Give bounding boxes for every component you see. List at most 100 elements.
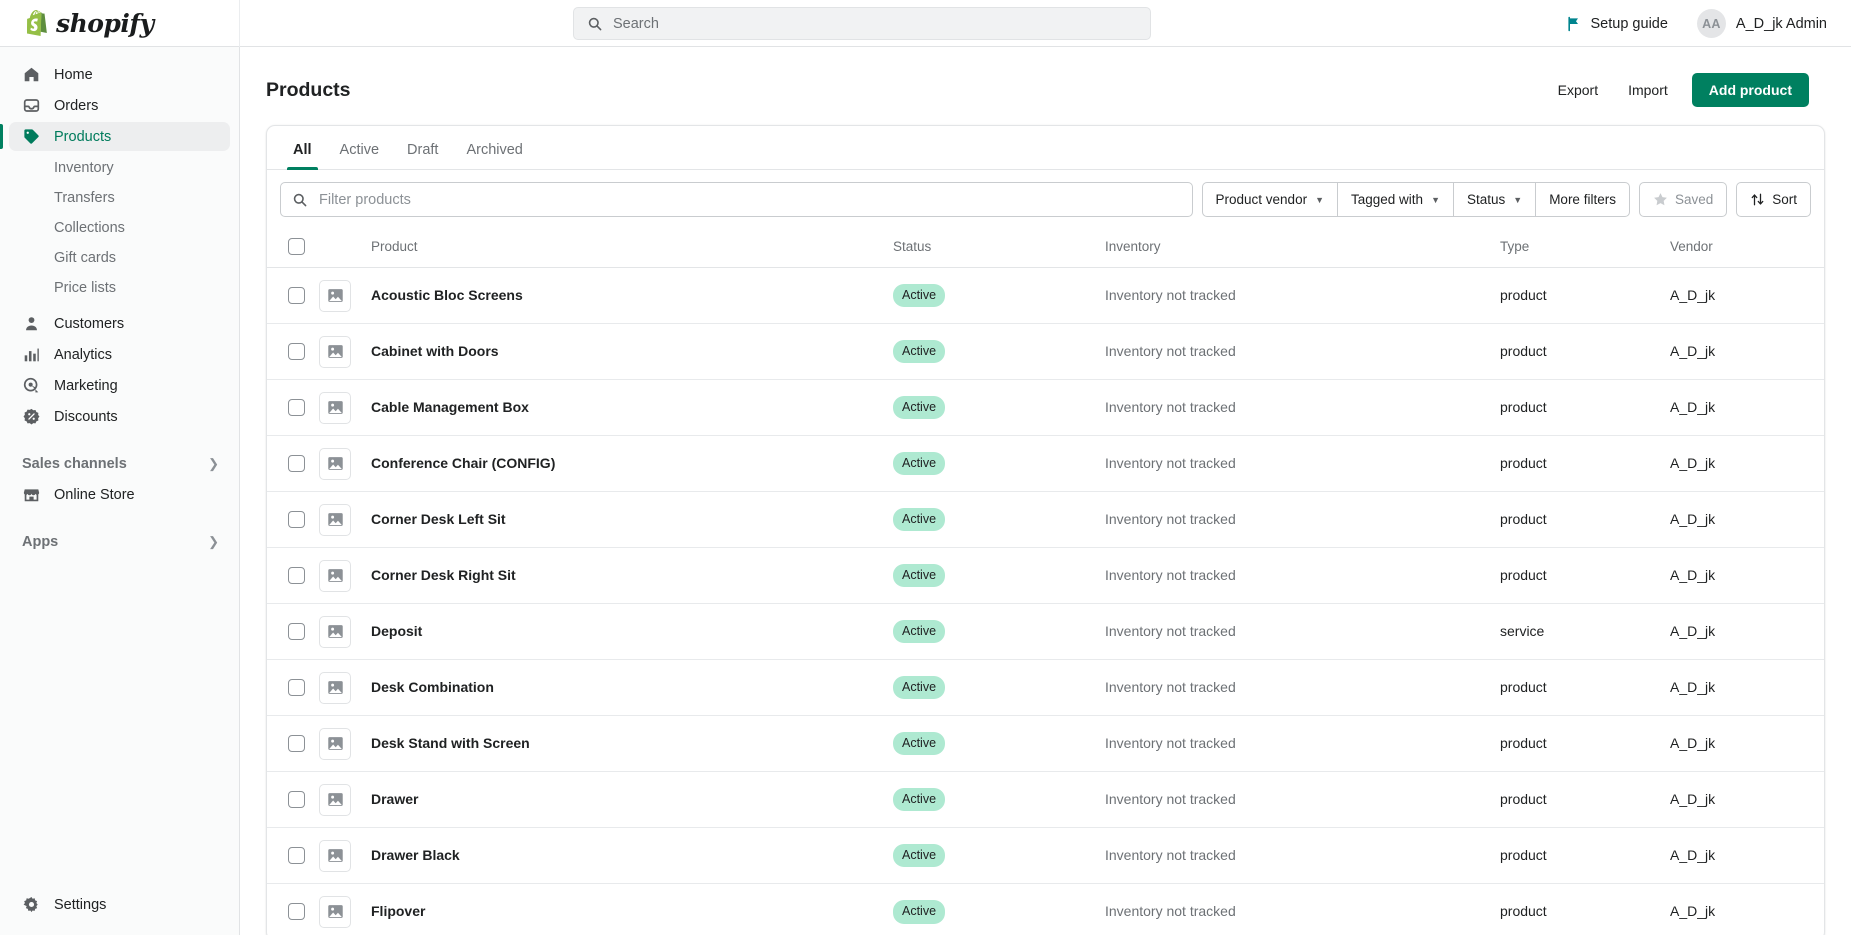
product-name-link[interactable]: Drawer — [371, 791, 418, 807]
row-checkbox[interactable] — [288, 623, 305, 640]
image-placeholder-icon — [327, 905, 343, 919]
sidebar-item-discounts[interactable]: Discounts — [9, 402, 230, 431]
product-thumbnail[interactable] — [319, 447, 351, 480]
row-checkbox[interactable] — [288, 287, 305, 304]
product-thumbnail[interactable] — [319, 279, 351, 312]
table-row[interactable]: Desk Combination Active Inventory not trac… — [267, 659, 1824, 716]
sidebar-divider-1 — [0, 433, 239, 449]
tab-archived[interactable]: Archived — [452, 131, 536, 169]
product-name-link[interactable]: Drawer Black — [371, 847, 460, 863]
product-thumbnail[interactable] — [319, 503, 351, 536]
saved-filters-button[interactable]: Saved — [1638, 182, 1728, 217]
user-menu[interactable]: AA A_D_jk Admin — [1687, 4, 1837, 43]
sidebar-item-orders[interactable]: Orders — [9, 91, 230, 120]
product-name-link[interactable]: Desk Combination — [371, 679, 494, 695]
image-placeholder-icon — [327, 793, 343, 806]
add-product-button[interactable]: Add product — [1691, 73, 1809, 107]
product-thumbnail[interactable] — [319, 671, 351, 704]
shopify-logo[interactable]: shopify — [0, 0, 240, 47]
product-name-link[interactable]: Cable Management Box — [371, 399, 529, 415]
sidebar-item-home[interactable]: Home — [9, 60, 230, 89]
row-inventory-cell: Inventory not tracked — [1105, 884, 1500, 935]
row-checkbox[interactable] — [288, 567, 305, 584]
table-row[interactable]: Conference Chair (CONFIG) Active Inventory… — [267, 435, 1824, 492]
tab-all[interactable]: All — [279, 131, 326, 170]
tab-active[interactable]: Active — [326, 131, 394, 169]
sidebar-item-products[interactable]: Products — [0, 122, 230, 151]
sidebar-item-transfers[interactable]: Transfers — [9, 183, 230, 212]
sort-button[interactable]: Sort — [1736, 182, 1811, 217]
row-product-cell: Conference Chair (CONFIG) — [371, 435, 893, 492]
row-checkbox[interactable] — [288, 847, 305, 864]
sidebar-item-inventory[interactable]: Inventory — [9, 153, 230, 182]
row-checkbox[interactable] — [288, 735, 305, 752]
product-name-link[interactable]: Flipover — [371, 903, 425, 919]
row-select-cell — [267, 884, 319, 935]
table-row[interactable]: Cabinet with Doors Active Inventory not tr… — [267, 323, 1824, 380]
sidebar-item-analytics[interactable]: Analytics — [9, 340, 230, 369]
sidebar-section-apps[interactable]: Apps ❯ — [9, 527, 230, 556]
product-name-link[interactable]: Cabinet with Doors — [371, 343, 499, 359]
row-inventory-cell: Inventory not tracked — [1105, 267, 1500, 324]
product-thumbnail[interactable] — [319, 335, 351, 368]
product-name-link[interactable]: Conference Chair (CONFIG) — [371, 455, 555, 471]
page-title: Products — [266, 78, 351, 101]
sidebar-section-sales-channels[interactable]: Sales channels ❯ — [9, 449, 230, 478]
sidebar-item-gift-cards[interactable]: Gift cards — [9, 243, 230, 272]
sidebar-item-online-store[interactable]: Online Store — [9, 480, 230, 509]
table-row[interactable]: Desk Stand with Screen Active Inventory no… — [267, 715, 1824, 772]
table-row[interactable]: Drawer Active Inventory not tracked product… — [267, 771, 1824, 828]
column-header-type[interactable]: Type — [1500, 229, 1670, 268]
sidebar-item-customers[interactable]: Customers — [9, 309, 230, 338]
product-thumbnail[interactable] — [319, 727, 351, 760]
export-button[interactable]: Export — [1547, 75, 1609, 105]
product-name-link[interactable]: Deposit — [371, 623, 422, 639]
column-header-vendor[interactable]: Vendor — [1670, 229, 1824, 268]
row-checkbox[interactable] — [288, 343, 305, 360]
table-row[interactable]: Cable Management Box Active Inventory not … — [267, 379, 1824, 436]
table-row[interactable]: Drawer Black Active Inventory not tracked p… — [267, 827, 1824, 884]
product-thumbnail[interactable] — [319, 839, 351, 872]
select-all-checkbox[interactable] — [288, 238, 305, 255]
tab-draft[interactable]: Draft — [393, 131, 452, 169]
sidebar-item-label: Customers — [54, 315, 125, 332]
table-row[interactable]: Acoustic Bloc Screens Active Inventory not… — [267, 267, 1824, 324]
products-table-head: Product Status Inventory Type Vendor — [267, 229, 1824, 268]
product-thumbnail[interactable] — [319, 391, 351, 424]
column-header-product[interactable]: Product — [371, 229, 893, 268]
column-header-inventory[interactable]: Inventory — [1105, 229, 1500, 268]
product-name-link[interactable]: Corner Desk Left Sit — [371, 511, 506, 527]
tagged-with-filter-button[interactable]: Tagged with ▼ — [1337, 182, 1453, 217]
row-checkbox[interactable] — [288, 791, 305, 808]
column-header-status[interactable]: Status — [893, 229, 1105, 268]
setup-guide-button[interactable]: Setup guide — [1556, 10, 1678, 38]
product-vendor-filter-button[interactable]: Product vendor ▼ — [1201, 182, 1337, 217]
filter-products-input[interactable]: Filter products — [280, 182, 1193, 217]
row-checkbox[interactable] — [288, 511, 305, 528]
product-name-link[interactable]: Acoustic Bloc Screens — [371, 287, 523, 303]
product-name-link[interactable]: Desk Stand with Screen — [371, 735, 530, 751]
global-search[interactable]: Search — [573, 7, 1151, 40]
row-checkbox[interactable] — [288, 679, 305, 696]
sidebar-item-marketing[interactable]: Marketing — [9, 371, 230, 400]
product-thumbnail[interactable] — [319, 895, 351, 928]
row-thumbnail-cell — [319, 435, 371, 492]
import-button[interactable]: Import — [1617, 75, 1679, 105]
sidebar-item-settings[interactable]: Settings — [9, 890, 231, 919]
product-thumbnail[interactable] — [319, 615, 351, 648]
sidebar-item-collections[interactable]: Collections — [9, 213, 230, 242]
more-filters-button[interactable]: More filters — [1535, 182, 1630, 217]
row-checkbox[interactable] — [288, 399, 305, 416]
table-row[interactable]: Corner Desk Left Sit Active Inventory not … — [267, 491, 1824, 548]
row-checkbox[interactable] — [288, 903, 305, 921]
table-row[interactable]: Corner Desk Right Sit Active Inventory not… — [267, 547, 1824, 604]
row-checkbox[interactable] — [288, 455, 305, 472]
table-row[interactable]: Flipover Active Inventory not tracked produ… — [267, 884, 1824, 935]
type-text: product — [1500, 510, 1547, 527]
table-row[interactable]: Deposit Active Inventory not tracked servic… — [267, 603, 1824, 660]
product-thumbnail[interactable] — [319, 559, 351, 592]
status-filter-button[interactable]: Status ▼ — [1452, 182, 1536, 217]
product-thumbnail[interactable] — [319, 783, 351, 816]
sidebar-item-price-lists[interactable]: Price lists — [9, 273, 230, 302]
product-name-link[interactable]: Corner Desk Right Sit — [371, 567, 516, 583]
